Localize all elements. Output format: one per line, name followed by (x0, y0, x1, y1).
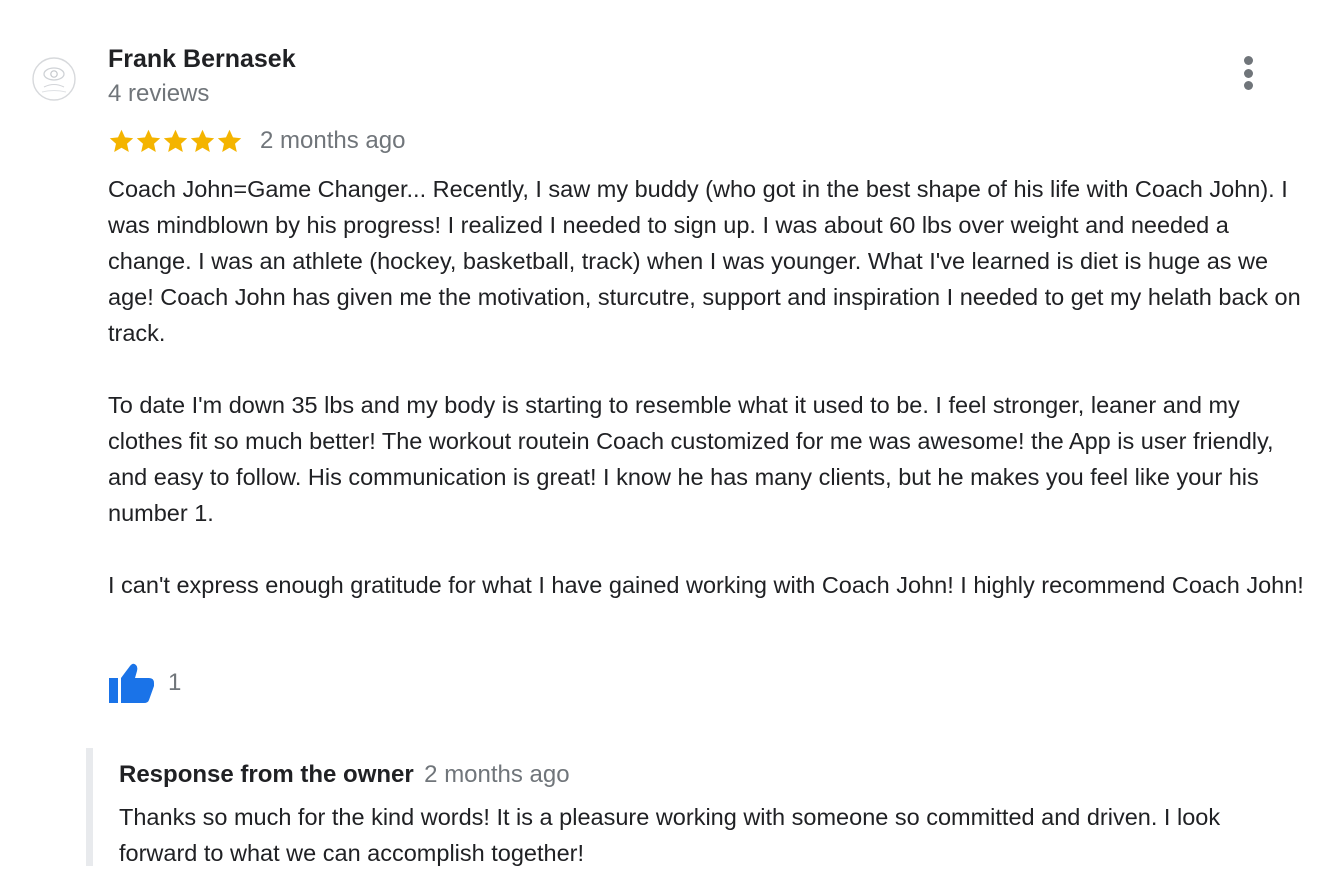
star-icon (163, 129, 188, 152)
star-rating (108, 128, 243, 155)
owner-response-text: Thanks so much for the kind words! It is… (119, 804, 1221, 866)
thumbs-up-icon (109, 663, 154, 703)
helpful-row: 1 (106, 660, 181, 706)
more-options-button[interactable] (1232, 54, 1264, 92)
owner-response-label: Response from the owner (119, 761, 414, 788)
star-icon (217, 129, 242, 152)
owner-response-date: 2 months ago (424, 761, 570, 788)
review-paragraph: To date I'm down 35 lbs and my body is s… (108, 392, 1274, 526)
owner-response-header: Response from the owner 2 months ago (119, 760, 1316, 793)
review-card: Frank Bernasek 4 reviews 2 months ago Co… (0, 0, 1336, 882)
rating-row: 2 months ago (108, 124, 405, 158)
review-paragraph: Coach John=Game Changer... Recently, I s… (108, 176, 1301, 346)
review-paragraph: I can't express enough gratitude for wha… (108, 572, 1304, 598)
reviewer-avatar[interactable] (31, 56, 77, 102)
default-avatar-icon (32, 57, 76, 101)
reviewer-review-count[interactable]: 4 reviews (108, 79, 209, 109)
like-button[interactable] (106, 660, 156, 706)
review-text: Coach John=Game Changer... Recently, I s… (108, 171, 1318, 603)
star-icon (109, 129, 134, 152)
star-icon (136, 129, 161, 152)
star-icon (190, 129, 215, 152)
like-count: 1 (168, 669, 182, 696)
reviewer-name[interactable]: Frank Bernasek (108, 44, 296, 74)
more-vert-icon (1243, 56, 1253, 65)
owner-response: Response from the owner 2 months ago Tha… (86, 748, 1316, 866)
review-date: 2 months ago (260, 127, 406, 154)
